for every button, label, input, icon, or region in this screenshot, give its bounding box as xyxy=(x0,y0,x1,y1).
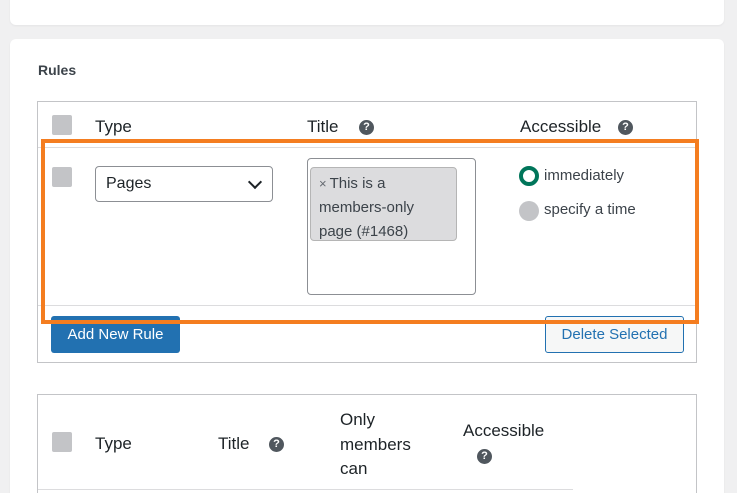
column-header-accessible: Accessible xyxy=(520,117,602,136)
title-token: × This is a members-only page (#1468) xyxy=(310,167,457,241)
only-members-line-3: can xyxy=(340,459,368,478)
remove-token-icon[interactable]: × xyxy=(319,176,327,191)
title-token-line-3: page (#1468) xyxy=(319,223,409,240)
add-new-rule-button[interactable]: Add New Rule xyxy=(51,316,180,353)
title-multiselect[interactable]: × This is a members-only page (#1468) xyxy=(307,158,476,295)
chevron-down-icon xyxy=(247,174,263,190)
radio-immediately[interactable] xyxy=(519,166,539,186)
delete-selected-button[interactable]: Delete Selected xyxy=(545,316,684,353)
help-icon[interactable]: ? xyxy=(618,120,633,135)
row-checkbox[interactable] xyxy=(52,167,72,187)
help-icon[interactable]: ? xyxy=(359,120,374,135)
rules-heading: Rules xyxy=(38,62,77,78)
column-header-type: Type xyxy=(95,117,132,136)
help-icon[interactable]: ? xyxy=(477,449,492,464)
help-icon[interactable]: ? xyxy=(269,437,284,452)
title-token-line-1: This is a xyxy=(329,175,386,192)
only-members-line-2: members xyxy=(340,434,411,454)
radio-immediately-label: immediately xyxy=(544,167,625,184)
only-members-line-1: Only xyxy=(340,410,375,429)
column-header-title: Title xyxy=(218,434,250,453)
top-card xyxy=(10,0,724,25)
header-divider xyxy=(38,147,696,148)
header-divider xyxy=(38,489,573,490)
radio-specify-time-label: specify a time xyxy=(544,201,636,218)
column-header-only-members: Only members can xyxy=(340,408,411,482)
select-all-checkbox[interactable] xyxy=(52,115,72,135)
radio-specify-time[interactable] xyxy=(519,201,539,221)
type-select[interactable]: Pages xyxy=(95,166,273,202)
footer-divider xyxy=(38,305,696,306)
select-all-checkbox[interactable] xyxy=(52,432,72,452)
column-header-type: Type xyxy=(95,434,132,453)
column-header-accessible: Accessible xyxy=(463,421,545,440)
type-select-value: Pages xyxy=(106,175,152,192)
title-token-line-2: members-only xyxy=(319,199,415,216)
column-header-title: Title xyxy=(307,117,339,136)
